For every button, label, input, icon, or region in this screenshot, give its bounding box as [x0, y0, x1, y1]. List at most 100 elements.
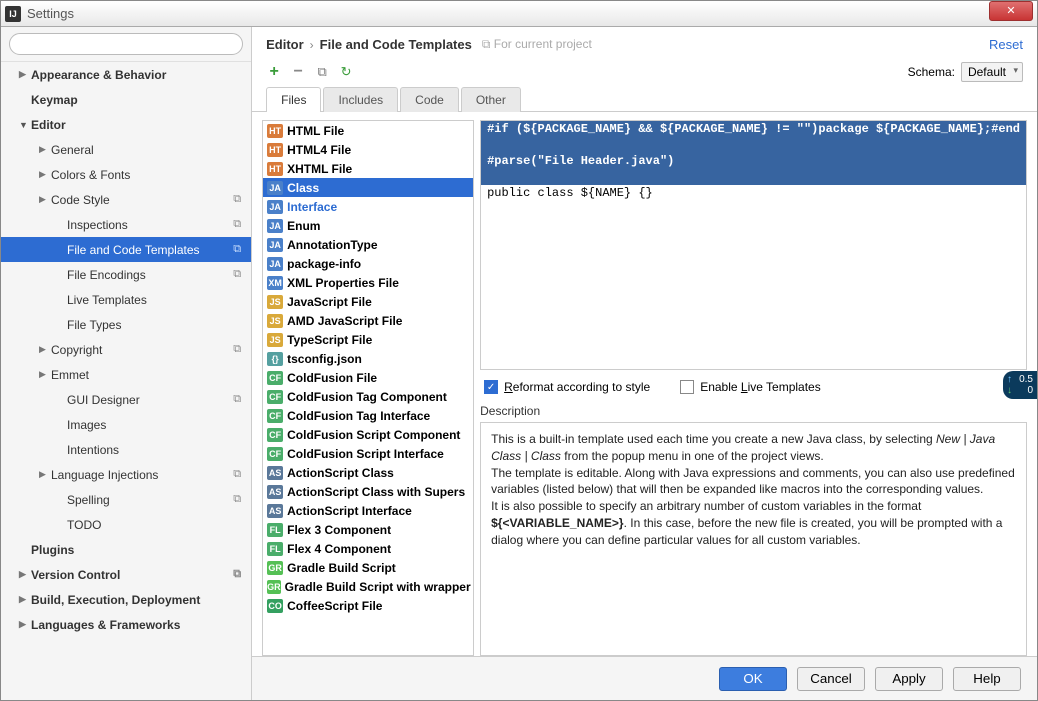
sidebar-item-keymap[interactable]: Keymap: [1, 87, 251, 112]
tree-label: Version Control: [31, 568, 120, 582]
tree-label: Emmet: [51, 368, 89, 382]
tab-code[interactable]: Code: [400, 87, 459, 112]
sidebar-item-intentions[interactable]: Intentions: [1, 437, 251, 462]
template-tsconfig-json[interactable]: {}tsconfig.json: [263, 349, 473, 368]
tree-label: Live Templates: [67, 293, 147, 307]
template-coldfusion-file[interactable]: CFColdFusion File: [263, 368, 473, 387]
template-label: XHTML File: [287, 162, 352, 176]
apply-button[interactable]: Apply: [875, 667, 943, 691]
sidebar-item-copyright[interactable]: ▶Copyright⧉: [1, 337, 251, 362]
template-xml-properties-file[interactable]: XMXML Properties File: [263, 273, 473, 292]
template-actionscript-class-with-supers[interactable]: ASActionScript Class with Supers: [263, 482, 473, 501]
tree-label: File Encodings: [67, 268, 146, 282]
sidebar-item-version-control[interactable]: ▶Version Control⧉: [1, 562, 251, 587]
file-type-icon: HT: [267, 124, 283, 138]
live-templates-checkbox[interactable]: Enable Live Templates: [680, 380, 821, 394]
cancel-button[interactable]: Cancel: [797, 667, 865, 691]
schema-select[interactable]: Default: [961, 62, 1023, 82]
sidebar-item-file-encodings[interactable]: File Encodings⧉: [1, 262, 251, 287]
template-flex-3-component[interactable]: FLFlex 3 Component: [263, 520, 473, 539]
file-type-icon: CF: [267, 447, 283, 461]
template-list[interactable]: HT HTML File HTHTML4 FileHTXHTML FileJACla…: [262, 120, 474, 656]
arrow-icon: ▶: [39, 344, 51, 355]
sidebar-item-emmet[interactable]: ▶Emmet: [1, 362, 251, 387]
sidebar-item-todo[interactable]: TODO: [1, 512, 251, 537]
template-javascript-file[interactable]: JSJavaScript File: [263, 292, 473, 311]
file-type-icon: AS: [267, 485, 283, 499]
template-amd-javascript-file[interactable]: JSAMD JavaScript File: [263, 311, 473, 330]
template-html4-file[interactable]: HTHTML4 File: [263, 140, 473, 159]
sidebar-item-images[interactable]: Images: [1, 412, 251, 437]
template-coldfusion-tag-interface[interactable]: CFColdFusion Tag Interface: [263, 406, 473, 425]
crumb-editor: Editor: [266, 37, 304, 52]
template-coldfusion-script-interface[interactable]: CFColdFusion Script Interface: [263, 444, 473, 463]
arrow-icon: ▼: [19, 120, 31, 130]
sidebar-item-general[interactable]: ▶General: [1, 137, 251, 162]
template-label: Interface: [287, 200, 337, 214]
reset-link[interactable]: Reset: [989, 37, 1023, 52]
file-type-icon: XM: [267, 276, 283, 290]
file-type-icon: CO: [267, 599, 283, 613]
template-html-file[interactable]: HT HTML File: [263, 121, 473, 140]
template-flex-4-component[interactable]: FLFlex 4 Component: [263, 539, 473, 558]
tree-label: File Types: [67, 318, 121, 332]
template-coffeescript-file[interactable]: COCoffeeScript File: [263, 596, 473, 615]
template-gradle-build-script-with-wrapper[interactable]: GRGradle Build Script with wrapper: [263, 577, 473, 596]
template-actionscript-interface[interactable]: ASActionScript Interface: [263, 501, 473, 520]
refresh-icon[interactable]: ↻: [338, 64, 354, 80]
template-annotationtype[interactable]: JAAnnotationType: [263, 235, 473, 254]
close-button[interactable]: ✕: [989, 1, 1033, 21]
template-label: HTML File: [287, 124, 344, 138]
template-coldfusion-script-component[interactable]: CFColdFusion Script Component: [263, 425, 473, 444]
tab-files[interactable]: Files: [266, 87, 321, 112]
code-line: public class ${NAME} {}: [487, 186, 653, 200]
template-label: Enum: [287, 219, 320, 233]
template-label: ActionScript Interface: [287, 504, 412, 518]
sidebar-item-language-injections[interactable]: ▶Language Injections⧉: [1, 462, 251, 487]
template-enum[interactable]: JAEnum: [263, 216, 473, 235]
search-input[interactable]: [9, 33, 243, 55]
tree-label: Editor: [31, 118, 66, 132]
breadcrumb: Editor › File and Code Templates ⧉ For c…: [252, 27, 1037, 58]
template-coldfusion-tag-component[interactable]: CFColdFusion Tag Component: [263, 387, 473, 406]
remove-icon[interactable]: −: [290, 64, 306, 80]
schema-label: Schema:: [908, 65, 955, 79]
tab-other[interactable]: Other: [461, 87, 521, 112]
settings-tree: ▶Appearance & BehaviorKeymap▼Editor▶Gene…: [1, 62, 251, 700]
sidebar-item-build-execution-deployment[interactable]: ▶Build, Execution, Deployment: [1, 587, 251, 612]
template-class[interactable]: JAClass: [263, 178, 473, 197]
arrow-icon: ▶: [39, 369, 51, 380]
sidebar-item-spelling[interactable]: Spelling⧉: [1, 487, 251, 512]
template-gradle-build-script[interactable]: GRGradle Build Script: [263, 558, 473, 577]
sidebar-item-plugins[interactable]: Plugins: [1, 537, 251, 562]
copy-icon[interactable]: ⧉: [314, 64, 330, 80]
template-label: Gradle Build Script with wrapper: [285, 580, 471, 594]
sidebar-item-inspections[interactable]: Inspections⧉: [1, 212, 251, 237]
file-type-icon: {}: [267, 352, 283, 366]
arrow-icon: ▶: [19, 569, 31, 580]
help-button[interactable]: Help: [953, 667, 1021, 691]
sidebar-item-languages-frameworks[interactable]: ▶Languages & Frameworks: [1, 612, 251, 637]
sidebar-item-file-and-code-templates[interactable]: File and Code Templates⧉: [1, 237, 251, 262]
template-label: Class: [287, 181, 319, 195]
sidebar-item-gui-designer[interactable]: GUI Designer⧉: [1, 387, 251, 412]
template-typescript-file[interactable]: JSTypeScript File: [263, 330, 473, 349]
scope-badge-icon: ⧉: [233, 243, 241, 256]
ok-button[interactable]: OK: [719, 667, 787, 691]
code-editor[interactable]: #if (${PACKAGE_NAME} && ${PACKAGE_NAME} …: [480, 120, 1027, 370]
template-package-info[interactable]: JApackage-info: [263, 254, 473, 273]
sidebar-item-live-templates[interactable]: Live Templates: [1, 287, 251, 312]
template-interface[interactable]: JAInterface: [263, 197, 473, 216]
template-actionscript-class[interactable]: ASActionScript Class: [263, 463, 473, 482]
sidebar-item-file-types[interactable]: File Types: [1, 312, 251, 337]
tree-label: Build, Execution, Deployment: [31, 593, 200, 607]
tab-includes[interactable]: Includes: [323, 87, 398, 112]
template-xhtml-file[interactable]: HTXHTML File: [263, 159, 473, 178]
sidebar-item-colors-fonts[interactable]: ▶Colors & Fonts: [1, 162, 251, 187]
add-icon[interactable]: +: [266, 64, 282, 80]
sidebar-item-editor[interactable]: ▼Editor: [1, 112, 251, 137]
reformat-checkbox[interactable]: ✓ Reformat according to style: [484, 380, 650, 394]
file-type-icon: JS: [267, 314, 283, 328]
sidebar-item-code-style[interactable]: ▶Code Style⧉: [1, 187, 251, 212]
sidebar-item-appearance-behavior[interactable]: ▶Appearance & Behavior: [1, 62, 251, 87]
